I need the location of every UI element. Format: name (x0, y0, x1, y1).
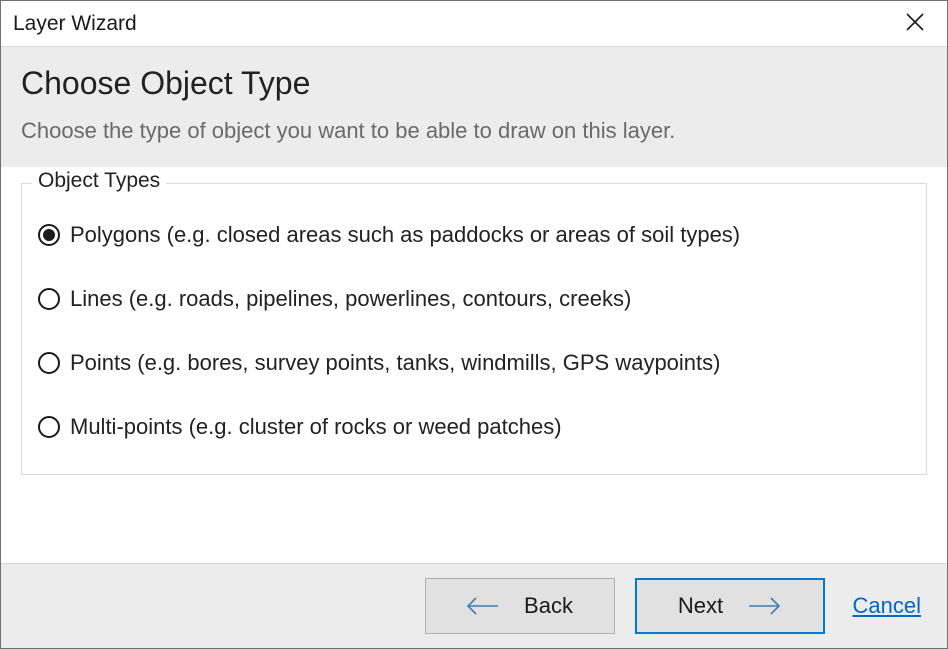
titlebar: Layer Wizard (1, 1, 947, 47)
radio-label: Multi-points (e.g. cluster of rocks or w… (70, 414, 562, 440)
radio-icon (38, 224, 60, 246)
radio-option-points[interactable]: Points (e.g. bores, survey points, tanks… (38, 350, 910, 376)
close-button[interactable] (897, 6, 933, 42)
radio-label: Polygons (e.g. closed areas such as padd… (70, 222, 740, 248)
fieldset-legend: Object Types (32, 169, 166, 193)
radio-label: Lines (e.g. roads, pipelines, powerlines… (70, 286, 631, 312)
window-title: Layer Wizard (13, 12, 137, 36)
object-types-fieldset: Object Types Polygons (e.g. closed areas… (21, 183, 927, 475)
arrow-left-icon (466, 595, 500, 617)
back-button[interactable]: Back (425, 578, 615, 634)
radio-option-multipoints[interactable]: Multi-points (e.g. cluster of rocks or w… (38, 414, 910, 440)
radio-icon (38, 288, 60, 310)
page-heading: Choose Object Type (21, 65, 927, 102)
wizard-footer: Back Next Cancel (1, 563, 947, 648)
radio-option-lines[interactable]: Lines (e.g. roads, pipelines, powerlines… (38, 286, 910, 312)
radio-icon (38, 352, 60, 374)
radio-option-polygons[interactable]: Polygons (e.g. closed areas such as padd… (38, 222, 910, 248)
radio-icon (38, 416, 60, 438)
close-icon (905, 12, 925, 35)
radio-label: Points (e.g. bores, survey points, tanks… (70, 350, 720, 376)
page-subtitle: Choose the type of object you want to be… (21, 118, 927, 144)
cancel-link[interactable]: Cancel (853, 593, 921, 619)
back-button-label: Back (524, 593, 573, 619)
arrow-right-icon (747, 595, 781, 617)
next-button-label: Next (678, 593, 723, 619)
next-button[interactable]: Next (635, 578, 825, 634)
header-panel: Choose Object Type Choose the type of ob… (1, 47, 947, 167)
content-area: Object Types Polygons (e.g. closed areas… (1, 167, 947, 563)
